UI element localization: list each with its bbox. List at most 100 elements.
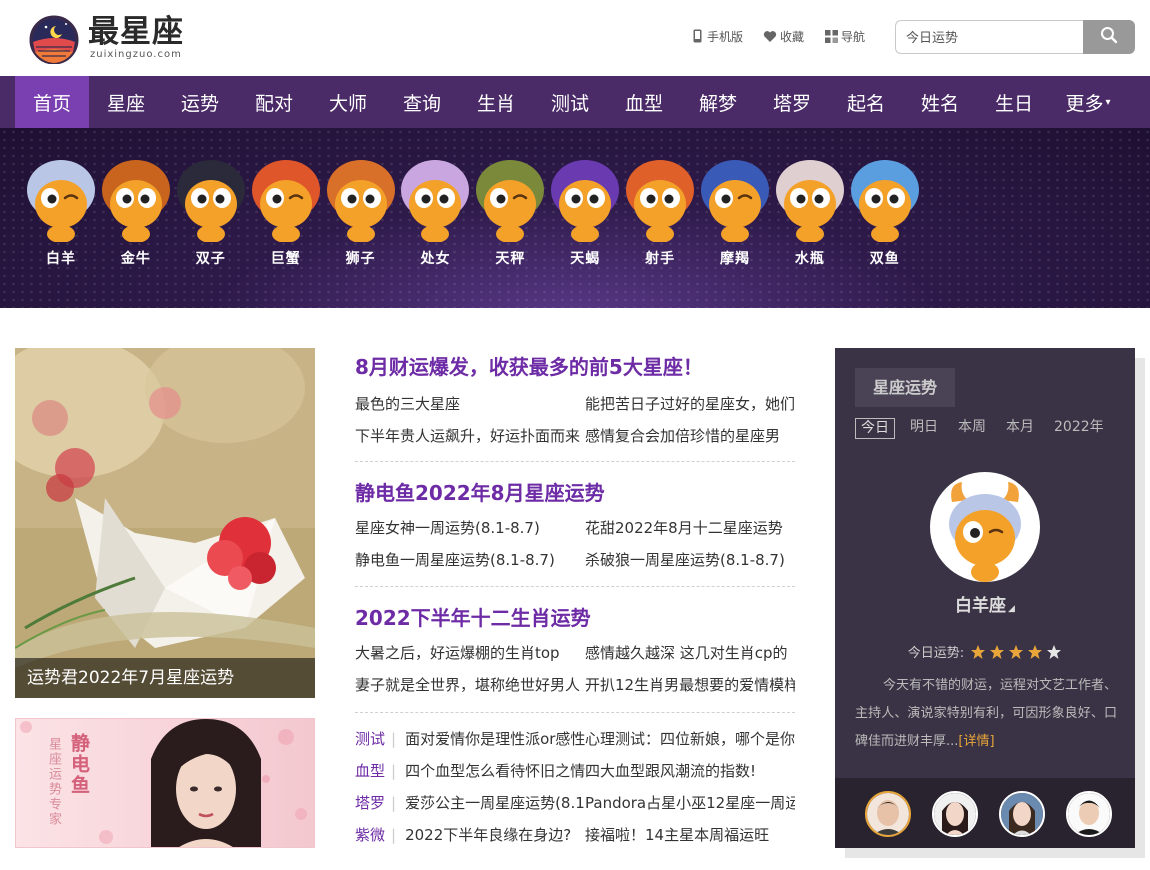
master-avatar[interactable] <box>999 791 1045 837</box>
tab-this-month[interactable]: 本月 <box>1006 418 1034 439</box>
nav-item-constellation[interactable]: 星座 <box>89 76 163 128</box>
featured-article[interactable]: 运势君2022年7月星座运势 <box>15 348 315 698</box>
article-link[interactable]: 能把苦日子过好的星座女，她们 <box>585 388 795 420</box>
article-link[interactable]: 四个血型怎么看待怀旧之情 <box>405 755 585 787</box>
category-tag-ziwei[interactable]: 紫微 <box>355 819 385 851</box>
zodiac-character-icon <box>251 160 320 242</box>
article-link[interactable]: 爱莎公主一周星座运势(8.1-8.7) <box>405 787 585 819</box>
nav-item-more[interactable]: 更多 ▾ <box>1051 76 1125 128</box>
caret-down-icon: ▾ <box>1105 96 1111 108</box>
category-tag-tarot[interactable]: 塔罗 <box>355 787 385 819</box>
article-block: 8月财运爆发，收获最多的前5大星座！ 最色的三大星座 能把苦日子过好的星座女，她… <box>355 348 795 462</box>
zodiac-sign[interactable]: 处女 <box>398 160 472 268</box>
zodiac-sign-label: 白羊 <box>46 251 76 267</box>
nav-item-query[interactable]: 查询 <box>385 76 459 128</box>
article-link[interactable]: 接福啦！14主星本周福运旺 <box>585 819 795 851</box>
paper-boat-image <box>15 348 315 698</box>
period-tabs: 今日 明日 本周 本月 2022年 <box>855 418 1124 439</box>
category-tag-blood-type[interactable]: 血型 <box>355 755 385 787</box>
article-link[interactable]: 花甜2022年8月十二星座运势 <box>585 512 795 544</box>
current-sign[interactable]: 白羊座 ◢ <box>835 591 1135 616</box>
logo-domain: zuixingzuo.com <box>90 49 182 60</box>
master-avatar[interactable] <box>932 791 978 837</box>
zodiac-sign[interactable]: 射手 <box>623 160 697 268</box>
aries-avatar[interactable] <box>930 472 1040 582</box>
nav-item-master[interactable]: 大师 <box>311 76 385 128</box>
tab-year[interactable]: 2022年 <box>1054 418 1104 439</box>
favorite-link-label: 收藏 <box>780 29 805 44</box>
nav-item-name[interactable]: 姓名 <box>903 76 977 128</box>
nav-label: 塔罗 <box>772 92 811 115</box>
nav-label: 首页 <box>32 92 71 115</box>
nav-item-home[interactable]: 首页 <box>15 76 89 128</box>
nav-item-blood-type[interactable]: 血型 <box>607 76 681 128</box>
nav-item-birthday[interactable]: 生日 <box>977 76 1051 128</box>
navigation-link[interactable]: 导航 <box>824 27 865 45</box>
nav-label: 查询 <box>402 92 441 115</box>
nav-item-zodiac[interactable]: 生肖 <box>459 76 533 128</box>
zodiac-character-icon <box>551 160 620 242</box>
nav-item-tarot[interactable]: 塔罗 <box>755 76 829 128</box>
article-link[interactable]: 感情越久越深 这几对生肖cp的 <box>585 637 795 669</box>
nav-label: 配对 <box>254 92 293 115</box>
block-title[interactable]: 8月财运爆发，收获最多的前5大星座！ <box>355 355 703 379</box>
details-link[interactable]: [详情] <box>958 734 994 749</box>
nav-item-match[interactable]: 配对 <box>237 76 311 128</box>
zodiac-sign-label: 狮子 <box>345 251 376 267</box>
featured-caption[interactable]: 运势君2022年7月星座运势 <box>15 658 315 698</box>
favorite-link[interactable]: 收藏 <box>763 27 804 45</box>
tab-today[interactable]: 今日 <box>855 418 895 439</box>
block-title[interactable]: 静电鱼2022年8月星座运势 <box>355 481 605 505</box>
article-link[interactable]: 最色的三大星座 <box>355 388 585 420</box>
zodiac-sign[interactable]: 水瓶 <box>773 160 847 268</box>
nav-label: 运势 <box>180 92 219 115</box>
heart-icon <box>763 29 777 43</box>
search-input[interactable] <box>895 20 1083 54</box>
article-link[interactable]: 大暑之后，好运爆棚的生肖top <box>355 637 585 669</box>
block-title[interactable]: 2022下半年十二生肖运势 <box>355 606 591 630</box>
zodiac-sign[interactable]: 双子 <box>174 160 248 268</box>
star-filled-icon <box>971 644 986 659</box>
dropdown-caret-icon: ◢ <box>1008 604 1015 614</box>
article-link[interactable]: 心理测试：四位新娘，哪个是你 <box>585 723 795 755</box>
article-link[interactable]: 2022下半年良缘在身边? <box>405 819 571 851</box>
nav-item-naming[interactable]: 起名 <box>829 76 903 128</box>
master-avatar[interactable] <box>865 791 911 837</box>
nav-item-fortune[interactable]: 运势 <box>163 76 237 128</box>
zodiac-sign[interactable]: 巨蟹 <box>249 160 323 268</box>
article-link[interactable]: 静电鱼一周星座运势(8.1-8.7) <box>355 544 585 576</box>
tab-tomorrow[interactable]: 明日 <box>910 418 938 439</box>
zodiac-character-icon <box>476 160 545 242</box>
article-link[interactable]: 杀破狼一周星座运势(8.1-8.7) <box>585 544 795 576</box>
zodiac-sign[interactable]: 金牛 <box>99 160 173 268</box>
article-link[interactable]: 星座女神一周运势(8.1-8.7) <box>355 512 585 544</box>
search-button[interactable] <box>1083 20 1135 54</box>
article-link[interactable]: 开扒12生肖男最想要的爱情模样 <box>585 669 795 701</box>
mobile-link[interactable]: 手机版 <box>690 27 743 45</box>
article-link[interactable]: Pandora占星小巫12星座一周运势 <box>585 787 795 819</box>
nav-label: 生日 <box>994 92 1033 115</box>
site-logo[interactable]: 最星座 zuixingzuo.com <box>26 10 196 66</box>
zodiac-sign[interactable]: 天蝎 <box>548 160 622 268</box>
zodiac-sign[interactable]: 狮子 <box>324 160 398 268</box>
nav-label: 星座 <box>106 92 145 115</box>
nav-item-dream[interactable]: 解梦 <box>681 76 755 128</box>
nav-item-test[interactable]: 测试 <box>533 76 607 128</box>
nav-label: 测试 <box>550 92 589 115</box>
zodiac-sign[interactable]: 天秤 <box>473 160 547 268</box>
master-avatar[interactable] <box>1066 791 1112 837</box>
article-link[interactable]: 四大血型跟风潮流的指数! <box>585 755 795 787</box>
zodiac-sign[interactable]: 双鱼 <box>848 160 922 268</box>
article-link[interactable]: 面对爱情你是理性派or感性派 <box>405 723 585 755</box>
article-link[interactable]: 感情复合会加倍珍惜的星座男 <box>585 420 795 452</box>
grid-icon <box>824 29 838 43</box>
expert-name: 静电鱼 <box>68 733 90 796</box>
category-tag-test[interactable]: 测试 <box>355 723 385 755</box>
article-link[interactable]: 下半年贵人运飙升，好运扑面而来 <box>355 420 585 452</box>
article-link[interactable]: 妻子就是全世界，堪称绝世好男人 <box>355 669 585 701</box>
tab-this-week[interactable]: 本周 <box>958 418 986 439</box>
zodiac-sign[interactable]: 白羊 <box>24 160 98 268</box>
zodiac-sign[interactable]: 摩羯 <box>698 160 772 268</box>
expert-promo[interactable]: 静电鱼 星座运势专家 <box>15 718 315 848</box>
star-empty-icon <box>1047 644 1062 659</box>
